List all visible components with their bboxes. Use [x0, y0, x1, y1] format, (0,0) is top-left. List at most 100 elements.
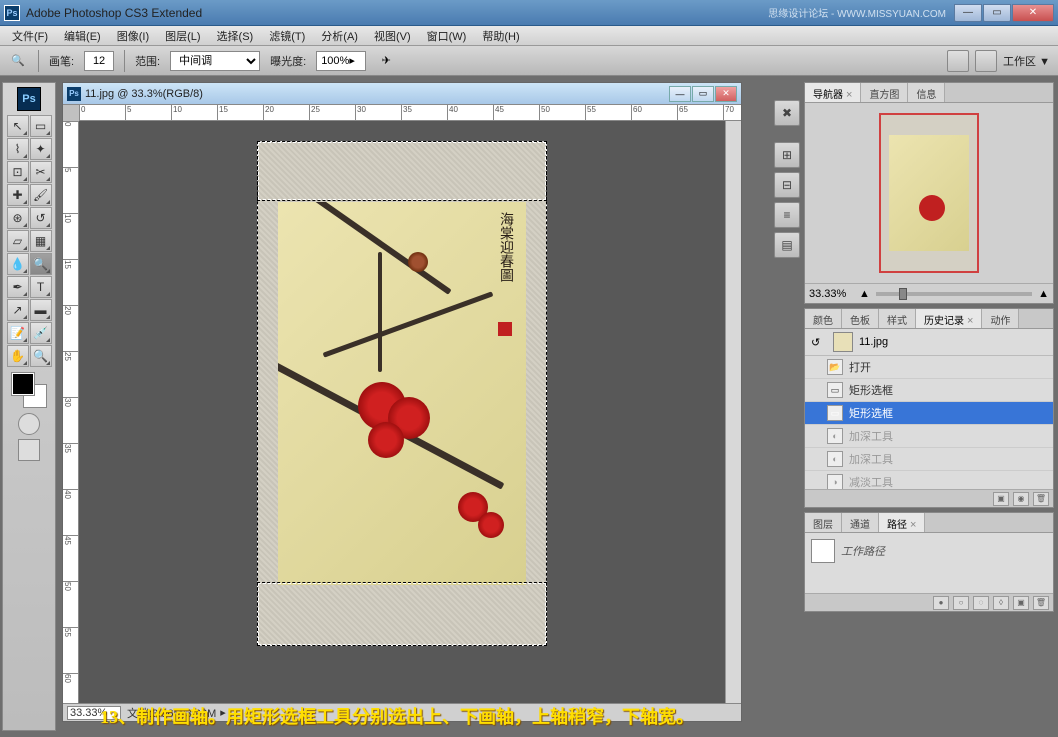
slice-tool[interactable]: ✂: [30, 161, 52, 183]
wand-tool[interactable]: ✦: [30, 138, 52, 160]
navigator-thumbnail[interactable]: [879, 113, 979, 273]
tab-色板[interactable]: 色板: [842, 309, 879, 328]
blur-tool[interactable]: 💧: [7, 253, 29, 275]
tab-导航器[interactable]: 导航器×: [805, 83, 861, 102]
menu-帮助[interactable]: 帮助(H): [474, 26, 527, 46]
history-state[interactable]: ▭ 矩形选框: [805, 379, 1053, 402]
maximize-button[interactable]: ▭: [983, 4, 1011, 22]
vertical-ruler[interactable]: 051015202530354045505560: [63, 121, 79, 703]
lasso-tool[interactable]: ⌇: [7, 138, 29, 160]
dock-layers-icon[interactable]: ≡: [774, 202, 800, 228]
menu-分析[interactable]: 分析(A): [313, 26, 366, 46]
dock-channels-icon[interactable]: ▤: [774, 232, 800, 258]
go-to-bridge-button[interactable]: [975, 50, 997, 72]
workspace-menu[interactable]: 工作区 ▼: [1003, 53, 1050, 69]
menu-滤镜[interactable]: 滤镜(T): [261, 26, 313, 46]
dock-brushes-icon[interactable]: ✖: [774, 100, 800, 126]
tab-颜色[interactable]: 颜色: [805, 309, 842, 328]
selection-to-path-icon[interactable]: ◊: [993, 596, 1009, 610]
brush-tool[interactable]: 🖌: [30, 184, 52, 206]
dock-tool-presets-icon[interactable]: ⊟: [774, 172, 800, 198]
screen-mode-button[interactable]: [18, 439, 40, 461]
tab-图层[interactable]: 图层: [805, 513, 842, 532]
path-item[interactable]: 工作路径: [809, 537, 1049, 565]
history-brush-tool[interactable]: ↺: [30, 207, 52, 229]
path-sel-tool[interactable]: ↗: [7, 299, 29, 321]
tab-样式[interactable]: 样式: [879, 309, 916, 328]
new-snapshot-icon[interactable]: ◉: [1013, 492, 1029, 506]
shape-tool[interactable]: ▬: [30, 299, 52, 321]
menu-窗口[interactable]: 窗口(W): [419, 26, 475, 46]
hand-tool[interactable]: ✋: [7, 345, 29, 367]
minimize-button[interactable]: —: [954, 4, 982, 22]
history-state[interactable]: ▭矩形选框: [805, 402, 1053, 425]
fill-path-icon[interactable]: ●: [933, 596, 949, 610]
document-title-bar[interactable]: Ps 11.jpg @ 33.3%(RGB/8) — ▭ ✕: [63, 83, 741, 105]
history-state[interactable]: ◐加深工具: [805, 425, 1053, 448]
new-doc-from-state-icon[interactable]: ▣: [993, 492, 1009, 506]
delete-state-icon[interactable]: 🗑: [1033, 492, 1049, 506]
history-snapshot[interactable]: ↺ 11.jpg: [805, 329, 1053, 356]
close-button[interactable]: ✕: [1012, 4, 1054, 22]
history-step-icon: ▭: [827, 382, 843, 398]
menu-选择[interactable]: 选择(S): [209, 26, 262, 46]
new-path-icon[interactable]: ▣: [1013, 596, 1029, 610]
tab-历史记录[interactable]: 历史记录×: [916, 309, 982, 328]
gradient-tool[interactable]: ▦: [30, 230, 52, 252]
zoom-in-icon[interactable]: ▲: [1038, 288, 1049, 300]
move-tool[interactable]: ↖: [7, 115, 29, 137]
history-brush-source-icon[interactable]: ↺: [811, 336, 827, 349]
eyedrop-tool[interactable]: 💉: [30, 322, 52, 344]
canvas-viewport[interactable]: 海棠迎春圖: [79, 121, 725, 703]
tab-路径[interactable]: 路径×: [879, 513, 925, 532]
doc-minimize-button[interactable]: —: [669, 86, 691, 102]
navigator-zoom[interactable]: 33.33%: [809, 288, 859, 300]
delete-path-icon[interactable]: 🗑: [1033, 596, 1049, 610]
exposure-input[interactable]: 100%▸: [316, 51, 366, 71]
menu-图像[interactable]: 图像(I): [109, 26, 157, 46]
tab-直方图[interactable]: 直方图: [861, 83, 908, 102]
heal-tool[interactable]: ✚: [7, 184, 29, 206]
window-buttons: — ▭ ✕: [954, 4, 1054, 22]
stroke-path-icon[interactable]: ○: [953, 596, 969, 610]
dock-clone-icon[interactable]: ⊞: [774, 142, 800, 168]
type-tool[interactable]: T: [30, 276, 52, 298]
history-step-label: 矩形选框: [849, 382, 893, 398]
eraser-tool[interactable]: ▱: [7, 230, 29, 252]
brush-preset-picker[interactable]: 12: [84, 51, 114, 71]
doc-close-button[interactable]: ✕: [715, 86, 737, 102]
history-state[interactable]: ◐加深工具: [805, 448, 1053, 471]
file-browser-button[interactable]: [947, 50, 969, 72]
color-swatches[interactable]: [12, 373, 46, 407]
path-to-selection-icon[interactable]: ◌: [973, 596, 989, 610]
range-select[interactable]: 中间调: [170, 51, 260, 71]
quick-mask-button[interactable]: [18, 413, 40, 435]
menu-视图[interactable]: 视图(V): [366, 26, 419, 46]
stamp-tool[interactable]: ⊛: [7, 207, 29, 229]
zoom-tool[interactable]: 🔍: [30, 345, 52, 367]
vertical-scrollbar[interactable]: [725, 121, 741, 703]
crop-tool[interactable]: ⊡: [7, 161, 29, 183]
tab-信息[interactable]: 信息: [908, 83, 945, 102]
current-tool-icon[interactable]: 🔍: [8, 51, 28, 71]
airbrush-icon[interactable]: ✈: [376, 51, 396, 71]
marquee-tool[interactable]: ▭: [30, 115, 52, 137]
doc-maximize-button[interactable]: ▭: [692, 86, 714, 102]
menu-图层[interactable]: 图层(L): [157, 26, 208, 46]
canvas[interactable]: 海棠迎春圖: [257, 141, 547, 646]
history-state[interactable]: ◑减淡工具: [805, 471, 1053, 489]
pen-tool[interactable]: ✒: [7, 276, 29, 298]
zoom-out-icon[interactable]: ▲: [859, 288, 870, 300]
tab-通道[interactable]: 通道: [842, 513, 879, 532]
menu-编辑[interactable]: 编辑(E): [56, 26, 109, 46]
menu-文件[interactable]: 文件(F): [4, 26, 56, 46]
zoom-slider[interactable]: [876, 292, 1032, 296]
horizontal-ruler[interactable]: 0510152025303540455055606570: [79, 105, 741, 121]
notes-tool[interactable]: 📝: [7, 322, 29, 344]
dodge-tool[interactable]: 🔍: [30, 253, 52, 275]
document-title: 11.jpg @ 33.3%(RGB/8): [85, 88, 669, 100]
history-state[interactable]: 📂打开: [805, 356, 1053, 379]
foreground-color[interactable]: [12, 373, 34, 395]
tab-动作[interactable]: 动作: [982, 309, 1019, 328]
navigator-preview[interactable]: [805, 103, 1053, 283]
